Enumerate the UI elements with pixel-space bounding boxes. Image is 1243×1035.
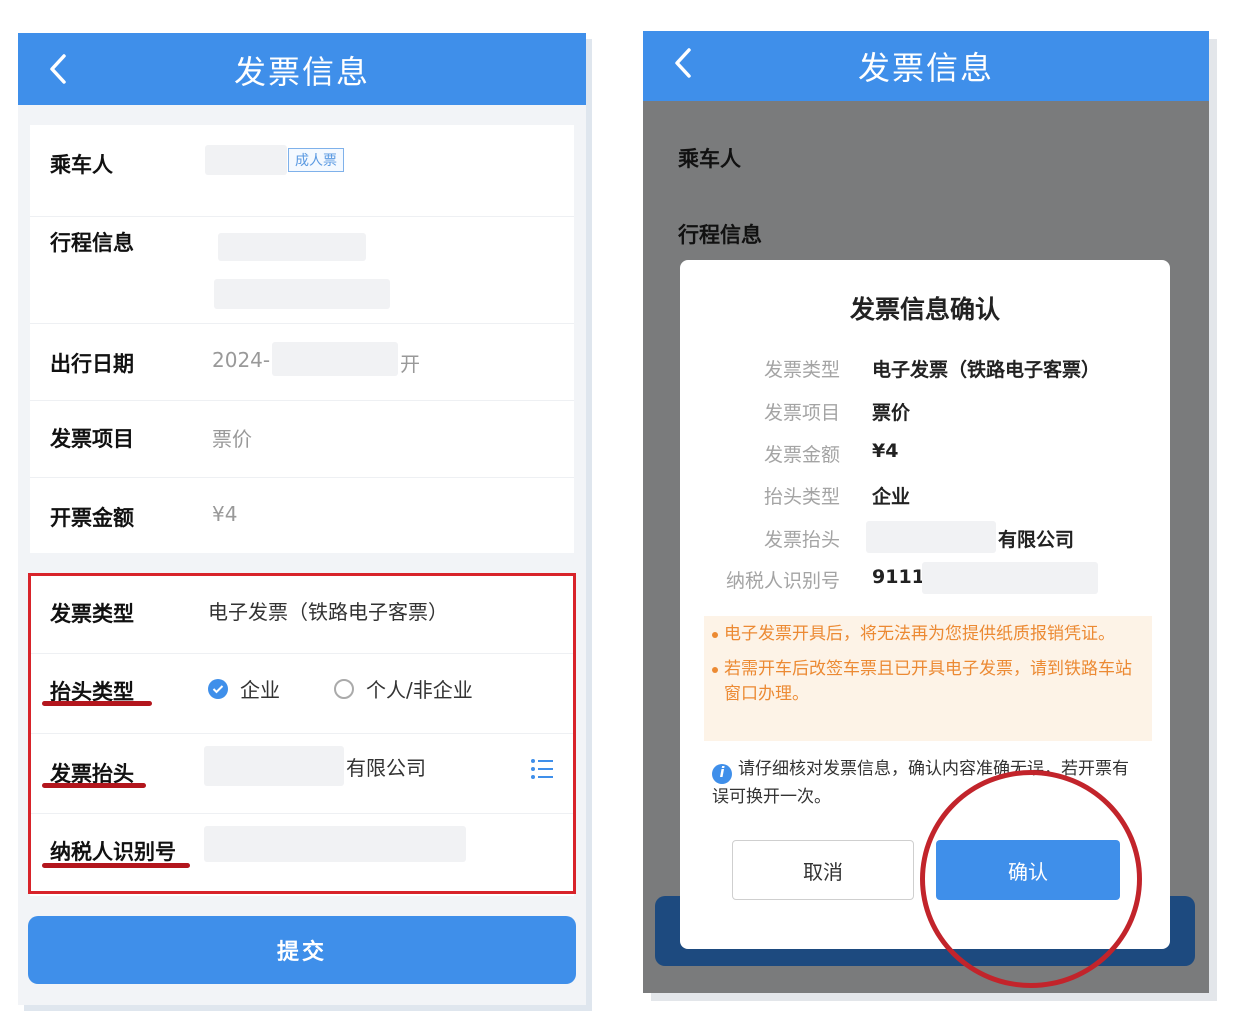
highlight-box [28,573,576,894]
dialog-row-value: 电子发票（铁路电子客票） [872,359,1101,381]
nav-bar-right: 发票信息 [643,31,1209,101]
dialog-row-value: 有限公司 [998,529,1075,551]
dialog-title: 发票信息确认 [849,295,1000,324]
item-label: 发票项目 [50,427,134,451]
dialog-row-value: 9111 [872,566,925,588]
nav-bar: 发票信息 [18,33,586,105]
cancel-button[interactable]: 取消 [732,840,914,900]
ticket-type-badge: 成人票 [288,148,344,172]
trip-row: 行程信息 [30,217,574,324]
dialog-row-value: 企业 [872,486,911,508]
bg-trip-label: 行程信息 [678,223,762,247]
dialog-row-label: 发票项目 [763,402,840,424]
dialog-row-value: ¥4 [872,440,899,462]
dialog-row-value: 票价 [872,402,911,424]
date-label: 出行日期 [50,352,134,376]
underline-invoice-header [42,783,146,788]
dialog-row-label: 发票金额 [763,444,840,466]
dialog-row-label: 纳税人识别号 [725,570,840,592]
amount-label: 开票金额 [50,506,134,530]
warning-notice: 电子发票开具后，将无法再为您提供纸质报销凭证。 若需开车后改签车票且已开具电子发… [704,616,1152,741]
notice-item: 电子发票开具后，将无法再为您提供纸质报销凭证。 [712,622,1142,647]
date-value-prefix: 2024- [212,348,271,372]
invoice-form-screen: 发票信息 乘车人 成人票 行程信息 出行日期 2024- 开 发票项目 票价 开… [18,33,586,1005]
underline-header-type [42,701,152,706]
passenger-label: 乘车人 [50,153,113,177]
date-redacted [272,342,398,376]
trip-label: 行程信息 [50,231,134,255]
page-title-right: 发票信息 [857,49,994,87]
trip-station-redacted [218,233,366,261]
amount-value: ¥4 [212,502,238,526]
dialog-row-label: 抬头类型 [763,486,840,508]
dialog-row-label: 发票抬头 [763,529,840,551]
item-row: 发票项目 票价 [30,401,574,478]
submit-button[interactable]: 提交 [28,916,576,984]
trip-info-card: 乘车人 成人票 行程信息 出行日期 2024- 开 发票项目 票价 开票金额 ¥… [30,125,574,553]
notice-item: 若需开车后改签车票且已开具电子发票，请到铁路车站窗口办理。 [712,657,1142,707]
date-value-suffix: 开 [400,352,420,376]
trip-train-redacted [214,279,390,309]
dialog-row-label: 发票类型 [763,359,840,381]
highlight-circle [920,770,1142,988]
info-icon: i [712,763,732,784]
amount-row: 开票金额 ¥4 [30,478,574,553]
header-redacted [866,521,996,553]
bg-passenger-label: 乘车人 [678,147,741,171]
page-title: 发票信息 [233,53,370,91]
tax-id-redacted [922,562,1098,594]
date-row: 出行日期 2024- 开 [30,324,574,401]
passenger-name-redacted [205,145,287,175]
passenger-row: 乘车人 成人票 [30,125,574,217]
underline-tax-id [42,863,190,868]
item-value: 票价 [212,427,252,451]
